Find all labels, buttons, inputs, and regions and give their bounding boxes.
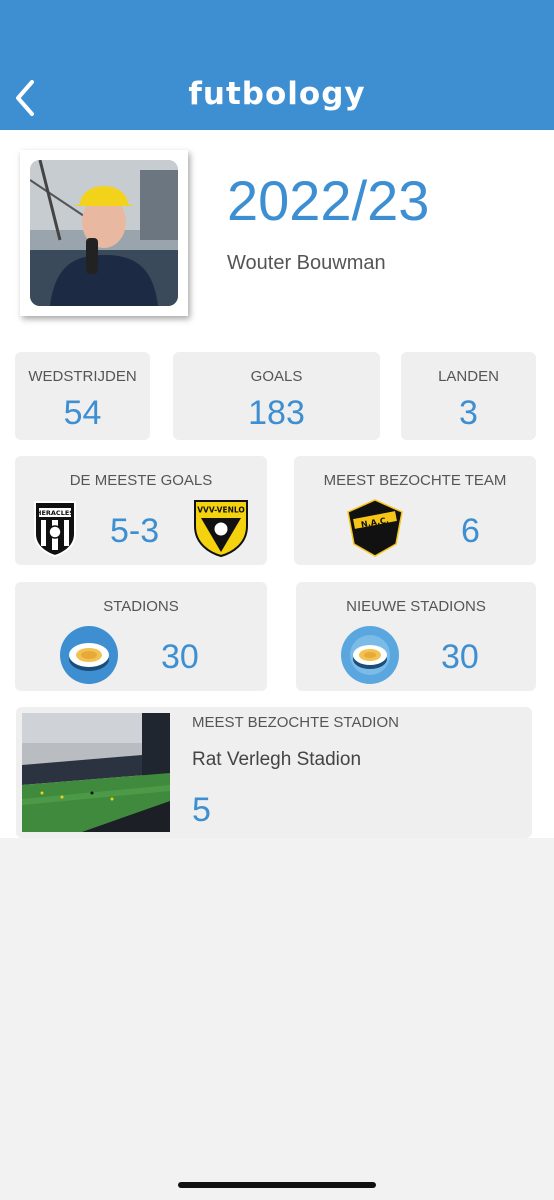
matches-value: 54 (63, 394, 102, 432)
most-visited-stadium-name: Rat Verlegh Stadion (192, 749, 362, 770)
stadiums-card[interactable]: STADIONS 30 (15, 582, 267, 691)
profile-image (30, 160, 178, 306)
heracles-crest-icon: HERACLES (34, 501, 76, 558)
user-name: Wouter Bouwman (227, 252, 386, 274)
most-visited-stadium-card[interactable]: MEEST BEZOCHTE STADION Rat Verlegh Stadi… (16, 707, 532, 838)
season-title: 2022/23 (227, 169, 430, 232)
stadium-photo (22, 713, 170, 832)
countries-value: 3 (459, 394, 478, 432)
vvv-venlo-crest-icon: VVV-VENLO (194, 500, 248, 558)
most-visited-team-card[interactable]: MEEST BEZOCHTE TEAM N.A.C. 6 (294, 456, 536, 565)
app-logo: futbology (188, 76, 366, 112)
most-visited-team-value: 6 (461, 512, 480, 550)
goals-card[interactable]: GOALS 183 (173, 352, 380, 440)
profile-photo[interactable] (20, 150, 188, 316)
most-goals-score: 5-3 (110, 512, 160, 550)
new-stadiums-card[interactable]: NIEUWE STADIONS 30 (296, 582, 536, 691)
app-header: futbology (0, 0, 554, 130)
most-visited-stadium-value: 5 (192, 791, 211, 829)
most-visited-team-label: MEEST BEZOCHTE TEAM (323, 472, 507, 489)
stadium-icon (341, 626, 399, 684)
most-goals-card[interactable]: DE MEESTE GOALS HERACLES 5-3 VVV-VENLO (15, 456, 267, 565)
new-stadiums-value: 30 (441, 638, 479, 676)
stadiums-label: STADIONS (103, 598, 179, 615)
nac-crest-icon: N.A.C. (347, 499, 403, 557)
empty-area (0, 838, 554, 1200)
new-stadiums-label: NIEUWE STADIONS (346, 598, 486, 615)
goals-label: GOALS (250, 368, 303, 385)
matches-card[interactable]: WEDSTRIJDEN 54 (15, 352, 150, 440)
heracles-crest-text: HERACLES (36, 509, 74, 517)
matches-label: WEDSTRIJDEN (28, 368, 137, 385)
most-goals-label: DE MEESTE GOALS (69, 472, 213, 489)
most-visited-stadium-label: MEEST BEZOCHTE STADION (192, 714, 399, 731)
countries-card[interactable]: LANDEN 3 (401, 352, 536, 440)
stadiums-value: 30 (161, 638, 199, 676)
stadium-icon (60, 626, 118, 684)
goals-value: 183 (248, 394, 305, 432)
vvv-crest-text: VVV-VENLO (197, 506, 245, 515)
home-indicator[interactable] (178, 1182, 376, 1188)
countries-label: LANDEN (438, 368, 499, 385)
